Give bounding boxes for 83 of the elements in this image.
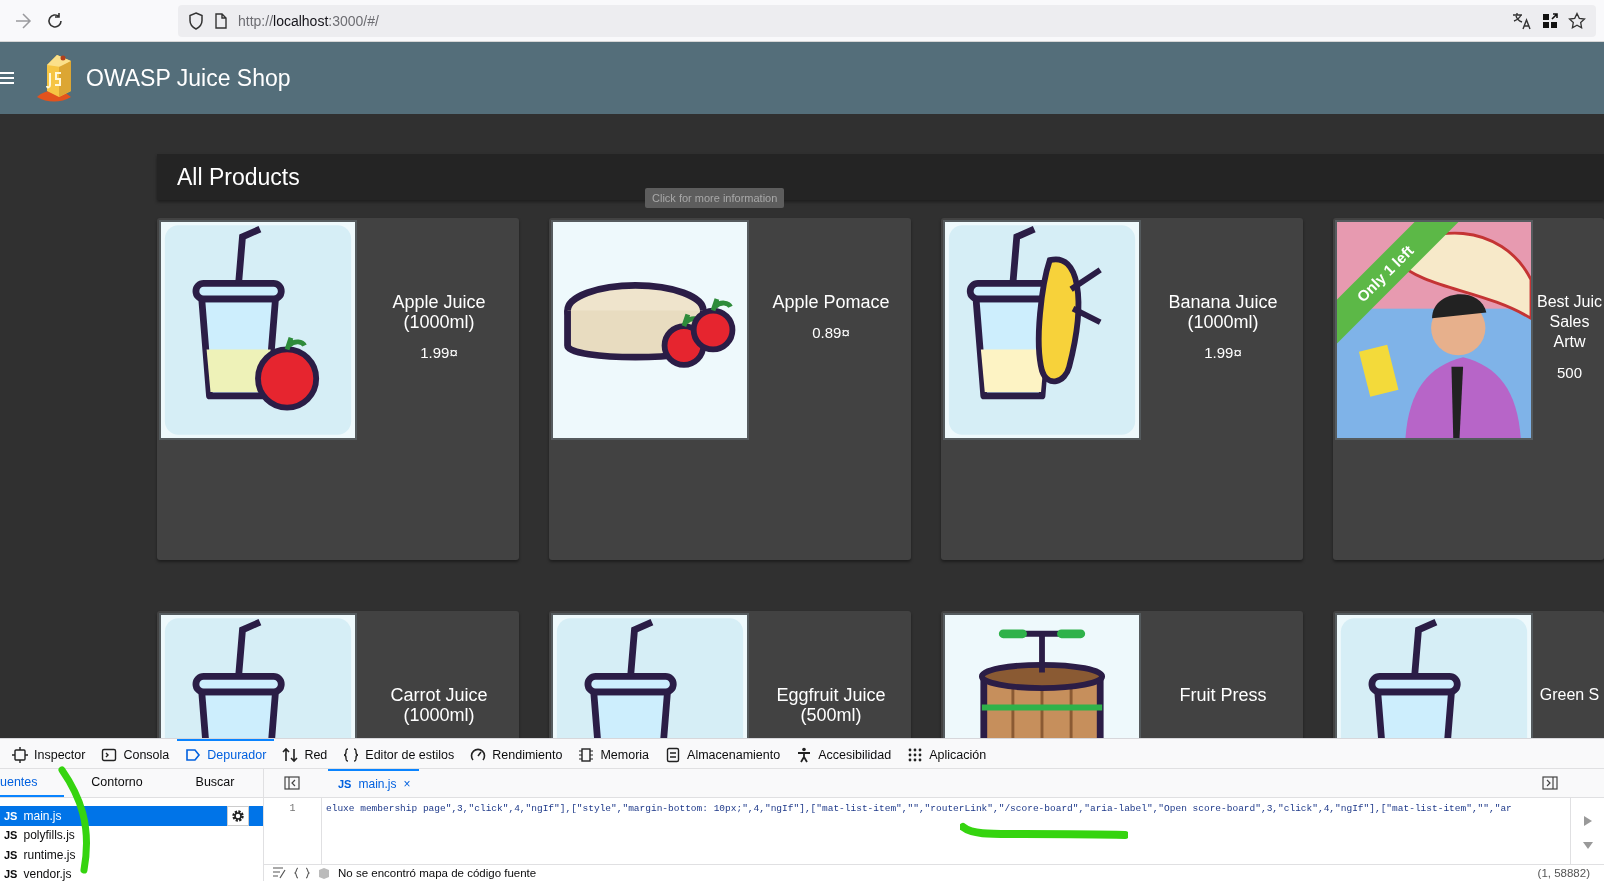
file-name: vendor.js	[23, 867, 72, 881]
panel-tab[interactable]: Buscar	[170, 769, 260, 797]
product-price: 0.89¤	[812, 324, 850, 341]
product-name: Banana Juice (1000ml)	[1168, 292, 1278, 332]
product-price: 500	[1557, 364, 1582, 381]
product-price: 1.99¤	[420, 344, 458, 361]
url-text: http://localhost:3000/#/	[238, 12, 380, 29]
devtools-tab[interactable]: Editor de estilos	[335, 739, 463, 768]
file-type-label: JS	[4, 829, 18, 842]
status-message: No se encontró mapa de código fuente	[338, 867, 537, 879]
line-number: 1	[264, 798, 322, 864]
inspector-icon	[12, 746, 28, 763]
panel-tab[interactable]: uentes	[0, 769, 64, 797]
gauge-icon	[470, 746, 487, 763]
storage-icon	[665, 746, 682, 763]
file-item[interactable]: JS polyfills.js	[0, 825, 263, 845]
product-price: 1.99¤	[1204, 344, 1242, 361]
settings-icon	[230, 808, 246, 824]
panel-tab[interactable]: Contorno	[64, 769, 170, 797]
file-name: polyfills.js	[23, 828, 75, 843]
product-card[interactable]: Apple Juice (1000ml) 1.99¤	[157, 218, 519, 560]
page-icon	[214, 12, 228, 29]
chip-icon	[578, 746, 595, 763]
settings-button[interactable]	[227, 806, 249, 826]
shield-icon[interactable]	[188, 11, 204, 30]
network-icon	[282, 746, 299, 763]
accessibility-icon	[796, 746, 813, 763]
devtools-tab[interactable]: Consola	[93, 739, 178, 768]
devtools-tab[interactable]: Rendimiento	[462, 739, 571, 768]
sidebar-toggle-icon[interactable]	[284, 776, 300, 790]
devtools-tab[interactable]: Almacenamiento	[657, 739, 789, 768]
devtools-tab[interactable]: Red	[274, 739, 336, 768]
sidebar-toggle-icon[interactable]	[1542, 776, 1558, 790]
file-item[interactable]: JS vendor.js	[0, 864, 263, 881]
product-card[interactable]: Banana Juice (1000ml) 1.99¤	[941, 218, 1303, 560]
product-card[interactable]: Fruit Press	[941, 611, 1303, 738]
product-name: Apple Pomace	[772, 292, 890, 312]
play-icon[interactable]	[1583, 816, 1592, 826]
product-card[interactable]: Carrot Juice (1000ml)	[157, 611, 519, 738]
pretty-print-icon[interactable]	[272, 867, 286, 879]
braces-icon[interactable]	[294, 867, 310, 879]
product-card[interactable]: Eggfruit Juice (500ml)	[549, 611, 911, 738]
file-item[interactable]: JS runtime.js	[0, 845, 263, 865]
star-icon[interactable]	[1568, 11, 1586, 30]
reload-icon[interactable]	[46, 11, 64, 30]
box-icon	[318, 867, 330, 879]
product-name: Fruit Press	[1179, 685, 1267, 705]
tooltip: Click for more information	[645, 188, 785, 208]
devtools-tab[interactable]: Inspector	[4, 739, 94, 768]
product-name: Eggfruit Juice (500ml)	[776, 685, 886, 725]
file-type-label: JS	[4, 868, 18, 881]
file-type-label: JS	[4, 848, 18, 861]
braces-icon	[343, 746, 360, 763]
translate-icon[interactable]	[1512, 11, 1532, 30]
code-line: eluxe membership page",3,"click",4,"ngIf"],["style","margin-bottom: 10px;",4,"ngIf"],["mat-list-item","","routerLink","/score-board","aria-label","Open score-board",3,"click",4,"ngIf"],["mat-list-item","","ar	[326, 803, 1512, 815]
file-type-label: JS	[4, 809, 18, 822]
product-name: Apple Juice (1000ml)	[392, 292, 486, 332]
console-icon	[101, 746, 118, 763]
devtools-tab[interactable]: Memoria	[570, 739, 658, 768]
file-type-label: JS	[338, 778, 352, 790]
grid-icon	[907, 746, 924, 763]
product-card[interactable]: Green S	[1333, 611, 1604, 738]
caret-icon[interactable]	[1582, 842, 1593, 850]
cursor-position: (1, 58882)	[1537, 867, 1590, 879]
file-name: runtime.js	[23, 847, 76, 862]
product-name: Carrot Juice (1000ml)	[390, 685, 488, 725]
app-title[interactable]: OWASP Juice Shop	[86, 64, 291, 92]
file-tab-label: main.js	[358, 777, 397, 791]
product-card[interactable]: Apple Pomace 0.89¤	[549, 218, 911, 560]
debugger-icon	[185, 746, 202, 763]
close-icon[interactable]: ×	[403, 777, 411, 791]
product-name: Green S	[1539, 685, 1600, 705]
file-tab[interactable]: JS main.js ×	[328, 769, 419, 797]
devtools-tab[interactable]: Aplicación	[899, 739, 995, 768]
product-name: Best Juic Sales Artw	[1537, 292, 1602, 352]
menu-icon[interactable]	[0, 72, 14, 84]
file-name: main.js	[23, 808, 62, 823]
section-title: All Products	[177, 163, 300, 191]
file-item[interactable]: JS main.js	[0, 806, 263, 826]
address-bar[interactable]: http://localhost:3000/#/	[178, 4, 1596, 37]
devtools-tab[interactable]: Accesibilidad	[788, 739, 900, 768]
back-icon[interactable]	[14, 11, 32, 30]
extensions-icon[interactable]	[1542, 12, 1558, 29]
